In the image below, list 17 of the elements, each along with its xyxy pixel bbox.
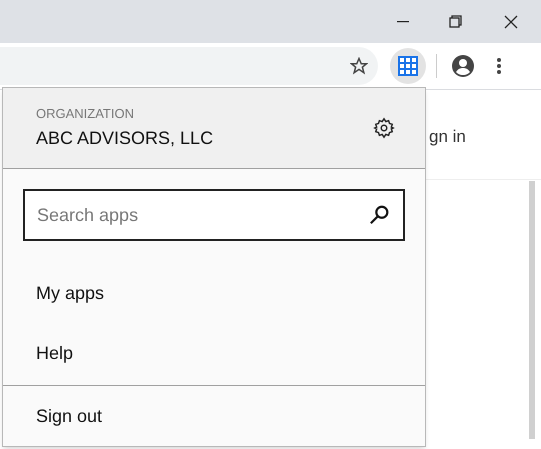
- menu-item[interactable]: My apps: [3, 263, 425, 323]
- sign-out-item[interactable]: Sign out: [3, 386, 425, 446]
- restore-icon: [448, 15, 462, 28]
- more-icon: [497, 58, 501, 74]
- organization-name: ABC ADVISORS, LLC: [36, 127, 214, 150]
- search-icon: [369, 204, 391, 226]
- grid-icon: [398, 56, 418, 76]
- apps-extension-button[interactable]: [390, 48, 426, 84]
- settings-icon[interactable]: [373, 117, 395, 139]
- star-icon[interactable]: [350, 57, 368, 75]
- avatar-icon: [451, 54, 475, 78]
- menu-item[interactable]: Help: [3, 323, 425, 383]
- organization-label: ORGANIZATION: [36, 104, 135, 123]
- search-field[interactable]: Search apps: [23, 189, 405, 241]
- minimize-icon: [397, 20, 409, 22]
- sign-in-link[interactable]: gn in: [429, 124, 466, 150]
- close-icon: [504, 14, 518, 28]
